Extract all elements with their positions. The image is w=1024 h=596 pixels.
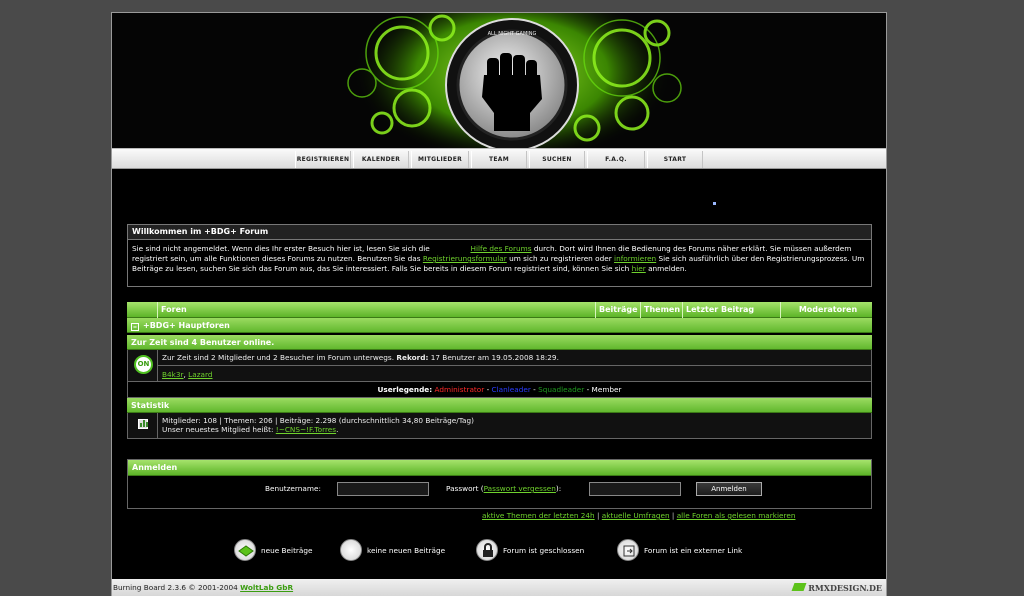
statistics-row: Mitglieder: 108 | Themen: 206 | Beiträge… bbox=[127, 413, 872, 439]
forgot-password-link[interactable]: Passwort vergessen bbox=[484, 484, 556, 493]
nav-team[interactable]: TEAM bbox=[471, 151, 527, 168]
login-box: Anmelden Benutzername: Passwort (Passwor… bbox=[127, 459, 872, 509]
online-title: Zur Zeit sind 4 Benutzer online. bbox=[127, 335, 872, 350]
forum-icon-legend: neue Beiträge keine neuen Beiträge Forum… bbox=[112, 539, 886, 563]
col-posts: Beiträge bbox=[595, 302, 640, 318]
password-label: Passwort (Passwort vergessen): bbox=[446, 484, 562, 493]
nav-search[interactable]: SUCHEN bbox=[529, 151, 585, 168]
active-topics-link[interactable]: aktive Themen der letzten 24h bbox=[482, 511, 595, 520]
category-title: +BDG+ Hauptforen bbox=[143, 321, 230, 330]
footer: Burning Board 2.3.6 © 2001-2004 WoltLab … bbox=[112, 579, 886, 596]
online-user-link[interactable]: Lazard bbox=[188, 370, 212, 379]
copyright-text: Burning Board 2.3.6 © 2001-2004 bbox=[113, 583, 238, 592]
welcome-box: Willkommen im +BDG+ Forum Sie sind nicht… bbox=[127, 224, 872, 287]
legend-squadleader: Squadleader bbox=[538, 385, 585, 394]
nav-members[interactable]: MITGLIEDER bbox=[411, 151, 469, 168]
nav-calendar[interactable]: KALENDER bbox=[353, 151, 409, 168]
login-title: Anmelden bbox=[128, 460, 871, 476]
inform-link[interactable]: informieren bbox=[614, 254, 656, 263]
mark-all-read-link[interactable]: alle Foren als gelesen markieren bbox=[677, 511, 796, 520]
col-topics: Themen bbox=[640, 302, 682, 318]
nav-register[interactable]: REGISTRIEREN bbox=[295, 151, 351, 168]
welcome-title: Willkommen im +BDG+ Forum bbox=[128, 225, 871, 240]
online-icon-cell: ON bbox=[128, 350, 158, 381]
banner-artwork: ALL NIGHT GAMING bbox=[347, 13, 682, 148]
help-link[interactable]: Hilfe des Forums bbox=[470, 244, 531, 253]
current-polls-link[interactable]: aktuelle Umfragen bbox=[602, 511, 670, 520]
new-posts-icon bbox=[234, 539, 256, 561]
legend-member: Member bbox=[591, 385, 622, 394]
statistics-title: Statistik bbox=[127, 398, 872, 413]
col-forum: Foren bbox=[157, 302, 595, 318]
statistics-text: Mitglieder: 108 | Themen: 206 | Beiträge… bbox=[162, 416, 474, 434]
header-banner: ALL NIGHT GAMING bbox=[112, 13, 886, 148]
nav-faq[interactable]: F.A.Q. bbox=[587, 151, 645, 168]
external-link-icon bbox=[617, 539, 639, 561]
registration-form-link[interactable]: Registrierungsformular bbox=[423, 254, 507, 263]
lock-icon bbox=[476, 539, 498, 561]
welcome-text: Sie sind nicht angemeldet. Wenn dies Ihr… bbox=[132, 244, 865, 273]
spacer-pixel bbox=[713, 202, 716, 205]
quick-links: aktive Themen der letzten 24h | aktuelle… bbox=[482, 511, 796, 520]
forum-page: ALL NIGHT GAMING REGISTRIEREN KALENDER M… bbox=[111, 12, 887, 596]
forum-table-header: Foren Beiträge Themen Letzter Beitrag Mo… bbox=[127, 302, 872, 318]
password-input[interactable] bbox=[589, 482, 681, 496]
legend-clanleader: Clanleader bbox=[491, 385, 531, 394]
category-row[interactable]: – +BDG+ Hauptforen bbox=[127, 318, 872, 333]
online-info: Zur Zeit sind 2 Mitglieder und 2 Besuche… bbox=[162, 353, 559, 362]
stats-icon-cell bbox=[128, 413, 158, 438]
user-legend: Userlegende: Administrator - Clanleader … bbox=[127, 382, 872, 398]
woltlab-link[interactable]: WoltLab GbR bbox=[240, 583, 293, 592]
design-credit: RMXDESIGN.DE bbox=[791, 579, 882, 596]
main-navigation: REGISTRIEREN KALENDER MITGLIEDER TEAM SU… bbox=[112, 148, 886, 169]
collapse-icon[interactable]: – bbox=[131, 323, 139, 331]
col-moderators: Moderatoren bbox=[780, 302, 872, 318]
username-input[interactable] bbox=[337, 482, 429, 496]
forum-table: Foren Beiträge Themen Letzter Beitrag Mo… bbox=[127, 302, 872, 439]
online-row: ON Zur Zeit sind 2 Mitglieder und 2 Besu… bbox=[127, 350, 872, 382]
newest-member-link[interactable]: !~CNS~!F.Torres bbox=[276, 425, 336, 434]
login-here-link[interactable]: hier bbox=[632, 264, 646, 273]
username-label: Benutzername: bbox=[265, 484, 321, 493]
svg-text:ALL NIGHT GAMING: ALL NIGHT GAMING bbox=[488, 31, 537, 37]
online-users: B4k3r, Lazard bbox=[162, 370, 213, 379]
col-last-post: Letzter Beitrag bbox=[682, 302, 780, 318]
bar-chart-icon bbox=[138, 419, 148, 429]
online-user-link[interactable]: B4k3r bbox=[162, 370, 184, 379]
legend-admin: Administrator bbox=[434, 385, 485, 394]
login-button[interactable]: Anmelden bbox=[696, 482, 762, 496]
online-icon: ON bbox=[134, 355, 153, 374]
nav-start[interactable]: START bbox=[647, 151, 703, 168]
no-new-posts-icon bbox=[340, 539, 362, 561]
